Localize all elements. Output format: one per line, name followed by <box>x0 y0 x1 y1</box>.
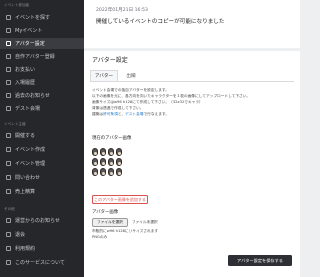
notice-timestamp: 2022年01月21日 16:53 <box>96 8 148 13</box>
sidebar-item-operator-notices[interactable]: 運営からのお知らせ <box>0 215 84 226</box>
yen-icon <box>6 189 11 194</box>
sidebar-section-label: イベント参加者 <box>4 3 30 7</box>
sidebar-item-label: イベントを探す <box>15 15 51 21</box>
description-line: 背景は透過で作成して下さい。 <box>92 106 144 110</box>
sidebar-item-label: このサービスについて <box>15 260 65 266</box>
avatar-sprite <box>100 168 106 176</box>
sidebar-item-label: イベント作成 <box>15 147 46 153</box>
sidebar-item-label: 過去のお知らせ <box>15 93 50 99</box>
avatar-sprite <box>116 148 122 156</box>
sidebar-item-label: 開催する <box>15 133 36 139</box>
avatar-sprite <box>92 168 98 176</box>
sidebar-item-host[interactable]: 開催する <box>0 130 84 141</box>
description-line: 建築は許可条項と、デスト会場で行なえます。 <box>92 112 169 117</box>
user-icon <box>6 41 11 46</box>
info-icon <box>6 218 11 223</box>
avatar-sprite <box>100 148 106 156</box>
sidebar-item-label: アバター設定 <box>15 41 45 47</box>
test-venue-link[interactable]: デスト会場 <box>125 112 143 116</box>
sidebar-item-label: 入場履歴 <box>15 80 36 86</box>
page-title: アバター設定 <box>92 57 128 64</box>
description-text: 建築は <box>92 112 104 116</box>
tab-exit[interactable]: 出欄 <box>120 70 142 81</box>
sidebar-item-label: 退会 <box>15 232 26 238</box>
format-note: PNGのみ <box>92 235 108 239</box>
help-icon <box>6 260 11 265</box>
sidebar-item-inquiries[interactable]: 問い合わせ <box>0 172 84 183</box>
sidebar-item-label: 利用規約 <box>15 246 36 252</box>
sidebar: イベント参加者 イベントを探す Myイベント アバター設定 自作アバター登録 お… <box>0 0 84 277</box>
edit-icon <box>6 147 11 152</box>
card-icon <box>6 67 11 72</box>
avatar-sprite <box>92 148 98 156</box>
sidebar-item-create-event[interactable]: イベント作成 <box>0 144 84 155</box>
avatar-settings-card: アバター設定 アバター 出欄 イベント会場での独自アバターを設定します。 以下の… <box>84 51 300 277</box>
avatar-sprite <box>108 148 114 156</box>
avatar-sprite <box>108 168 114 176</box>
avatar-sprite <box>116 158 122 166</box>
sidebar-item-label: お支払い <box>15 67 36 73</box>
sidebar-section-label: その他 <box>4 207 15 211</box>
mail-icon <box>6 175 11 180</box>
sidebar-item-withdraw[interactable]: 退会 <box>0 229 84 240</box>
sidebar-item-label: 売上精算 <box>15 189 36 195</box>
description-line: 以下の画像を元に、各方向を向いたキャラクターを１枚の画像にしてアップロードして下… <box>92 94 251 98</box>
sidebar-item-sales[interactable]: 売上精算 <box>0 186 84 197</box>
bell-icon <box>6 93 11 98</box>
document-icon <box>6 246 11 251</box>
permission-link[interactable]: 許可条項 <box>103 112 118 116</box>
sidebar-item-label: Myイベント <box>15 28 43 34</box>
search-icon <box>6 15 11 20</box>
current-avatar-title: 現在のアバター画像 <box>92 136 132 141</box>
sidebar-item-find-events[interactable]: イベントを探す <box>0 12 84 23</box>
upload-icon <box>6 54 11 59</box>
sidebar-item-custom-avatar[interactable]: 自作アバター登録 <box>0 51 84 62</box>
sidebar-item-label: デスト会場 <box>15 106 41 112</box>
sidebar-item-past-notices[interactable]: 過去のお知らせ <box>0 90 84 101</box>
choose-file-button[interactable]: ファイルを選択 <box>92 218 128 227</box>
sidebar-item-label: 問い合わせ <box>15 175 41 181</box>
description-text: で行なえます。 <box>143 112 169 116</box>
sidebar-section-label: イベント主催 <box>4 122 26 126</box>
avatar-sprite-grid <box>92 148 152 186</box>
test-icon <box>6 106 11 111</box>
description-line: 画像サイズはw96 h128にて作成して下さい。（32x32でキャラ） <box>92 100 203 104</box>
tab-avatar[interactable]: アバター <box>90 70 118 81</box>
plus-icon <box>6 133 11 138</box>
avatar-sprite <box>100 158 106 166</box>
history-icon <box>6 80 11 85</box>
sidebar-item-label: 自作アバター登録 <box>15 54 55 60</box>
sidebar-item-my-events[interactable]: Myイベント <box>0 25 84 36</box>
sidebar-item-terms[interactable]: 利用規約 <box>0 243 84 254</box>
avatar-sprite <box>92 158 98 166</box>
avatar-image-title: アバター画像 <box>92 210 119 215</box>
sidebar-item-test-venue[interactable]: デスト会場 <box>0 103 84 114</box>
add-avatar-button[interactable]: このアバター画像を追加する <box>92 195 148 204</box>
notice-text[interactable]: 開催しているイベントのコピーが可能になりました <box>96 17 225 25</box>
sidebar-item-label: 運営からのお知らせ <box>15 218 60 224</box>
sidebar-item-payments[interactable]: お支払い <box>0 64 84 75</box>
file-status: ファイル未選択 <box>131 220 158 224</box>
description-text: と、 <box>117 112 126 116</box>
sidebar-item-history[interactable]: 入場履歴 <box>0 77 84 88</box>
file-input-row: ファイルを選択 ファイル未選択 <box>92 218 158 227</box>
sidebar-item-about[interactable]: このサービスについて <box>0 257 84 268</box>
avatar-sprite <box>108 158 114 166</box>
sidebar-item-manage-events[interactable]: イベント管理 <box>0 158 84 169</box>
resize-note: 市販的にw96 h128にリサイズされます <box>92 229 159 233</box>
description-line: イベント会場での独自アバターを設定します。 <box>92 88 169 92</box>
calendar-icon <box>6 28 11 33</box>
sidebar-item-label: イベント管理 <box>15 161 46 167</box>
list-icon <box>6 161 11 166</box>
avatar-sprite <box>116 168 122 176</box>
exit-icon <box>6 232 11 237</box>
tab-divider <box>90 81 294 82</box>
sidebar-item-avatar-settings[interactable]: アバター設定 <box>0 38 84 49</box>
save-avatar-settings-button[interactable]: アバター設定を保存する <box>228 255 292 266</box>
notification-banner: 2022年01月21日 16:53 開催しているイベントのコピーが可能になりまし… <box>84 0 300 48</box>
